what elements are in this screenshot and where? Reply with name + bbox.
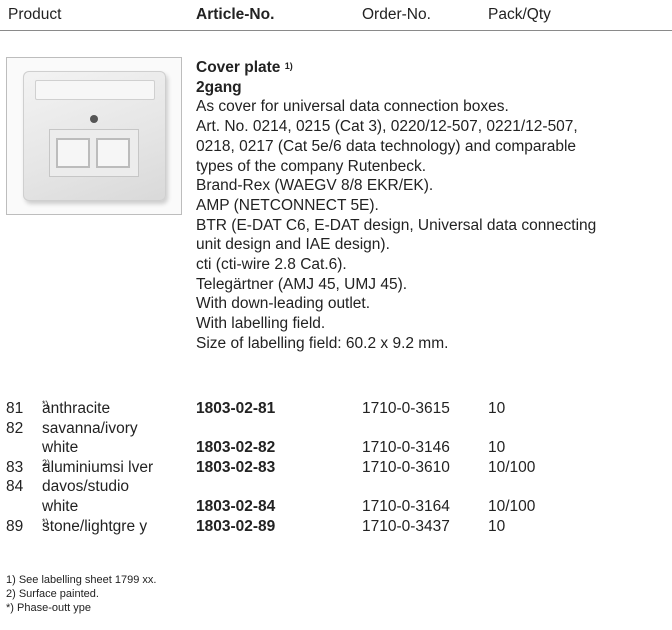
socket-left: [56, 138, 90, 168]
description-line: BTR (E-DAT C6, E-DAT design, Universal d…: [196, 216, 597, 234]
variant-table: 81 anthracite *) 1803-02-81 1710-0-3615 …: [0, 399, 672, 538]
order-number: 1710-0-3164: [362, 497, 450, 515]
table-row: 89 stone/lightgre y *) 1803-02-89 1710-0…: [0, 516, 672, 538]
variant-name: stone/lightgre y *): [42, 516, 148, 535]
product-description: Cover plate 1) 2gang As cover for univer…: [196, 58, 666, 354]
table-row: white 1803-02-84 1710-0-3164 10/100: [0, 498, 672, 518]
variant-number: 83: [6, 458, 24, 476]
description-line: Telegärtner (AMJ 45, UMJ 45).: [196, 275, 408, 293]
variant-name: aluminiumsi lver 2): [42, 457, 154, 476]
variant-name-continued: white: [42, 497, 79, 515]
article-number: 1803-02-81: [196, 400, 276, 417]
pack-quantity: 10: [488, 400, 506, 417]
article-number: 1803-02-83: [196, 458, 276, 476]
table-row: 83 aluminiumsi lver 2) 1803-02-83 1710-0…: [0, 457, 672, 479]
article-number: 1803-02-89: [196, 517, 276, 535]
article-number: 1803-02-82: [196, 439, 276, 457]
description-line: 0218, 0217 (Cat 5e/6 data technology) an…: [196, 137, 577, 155]
order-number: 1710-0-3610: [362, 458, 450, 476]
header-pack-qty: Pack/Qty: [488, 6, 551, 23]
product-image: [6, 57, 182, 215]
table-row: 81 anthracite *) 1803-02-81 1710-0-3615 …: [0, 399, 672, 420]
screw-hole: [90, 115, 98, 123]
table-row: 84 davos/studio: [0, 478, 672, 498]
variant-name: anthracite *): [42, 399, 111, 417]
description-line: With labelling field.: [196, 315, 326, 333]
footnotes: 1) See labelling sheet 1799 xx. 2) Surfa…: [6, 574, 156, 615]
variant-name: davos/studio: [42, 478, 130, 496]
header-order-no: Order-No.: [362, 6, 431, 23]
socket-right: [96, 138, 130, 168]
table-header: Product Article-No. Order-No. Pack/Qty: [0, 0, 672, 31]
product-title: Cover plate 1): [196, 59, 293, 76]
header-product: Product: [8, 6, 62, 23]
socket-frame: [49, 129, 139, 177]
cover-plate-illustration: [23, 71, 166, 201]
description-line: AMP (NETCONNECT 5E).: [196, 196, 379, 214]
variant-name-continued: white: [42, 439, 79, 457]
description-line: cti (cti-wire 2.8 Cat.6).: [196, 256, 347, 274]
article-number: 1803-02-84: [196, 497, 276, 515]
order-number: 1710-0-3437: [362, 517, 450, 535]
pack-quantity: 10: [488, 439, 506, 457]
description-line: Art. No. 0214, 0215 (Cat 3), 0220/12-507…: [196, 118, 578, 136]
header-article-no: Article-No.: [196, 6, 275, 23]
description-line: Brand-Rex (WAEGV 8/8 EKR/EK).: [196, 177, 434, 195]
pack-quantity: 10/100: [488, 497, 536, 515]
description-line: With down-leading outlet.: [196, 295, 371, 313]
variant-number: 89: [6, 517, 24, 535]
order-number: 1710-0-3615: [362, 400, 450, 417]
footnote: *) Phase-outt ype: [6, 601, 91, 614]
table-row: 82 savanna/ivory: [0, 420, 672, 440]
description-line: unit design and IAE design).: [196, 236, 390, 254]
footnote: 1) See labelling sheet 1799 xx.: [6, 574, 157, 586]
variant-number: 81: [6, 400, 24, 417]
variant-number: 82: [6, 419, 24, 437]
variant-number: 84: [6, 478, 24, 496]
labelling-field: [35, 80, 155, 100]
pack-quantity: 10/100: [488, 458, 536, 476]
table-row: white 1803-02-82 1710-0-3146 10: [0, 439, 672, 459]
description-line: As cover for universal data connection b…: [196, 98, 509, 116]
description-line: types of the company Rutenbeck.: [196, 157, 427, 175]
footnote: 2) Surface painted.: [6, 587, 99, 600]
description-line: Size of labelling field: 60.2 x 9.2 mm.: [196, 334, 449, 352]
pack-quantity: 10: [488, 517, 506, 535]
variant-name: savanna/ivory: [42, 419, 138, 437]
order-number: 1710-0-3146: [362, 439, 450, 457]
product-subtitle: 2gang: [196, 78, 242, 96]
